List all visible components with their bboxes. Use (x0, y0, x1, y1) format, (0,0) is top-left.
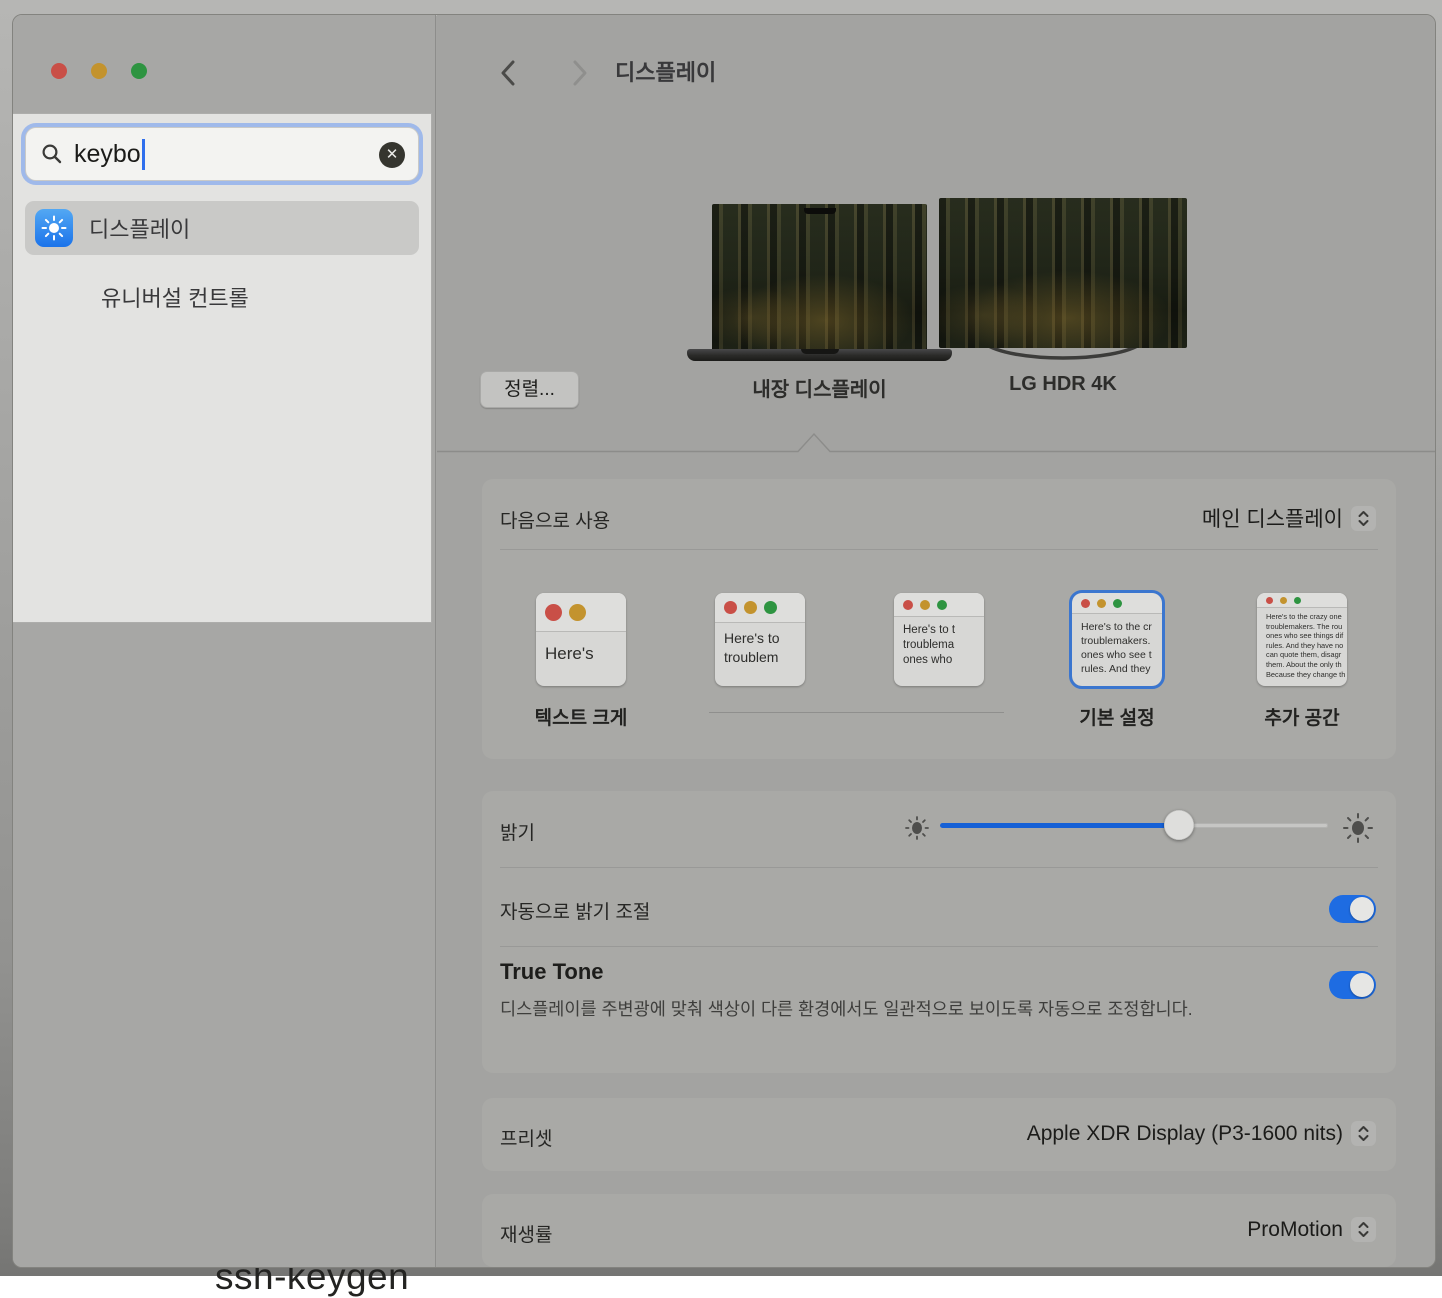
popup-chevron-icon (1351, 1121, 1376, 1146)
scaling-option-default[interactable]: Here's to the crtroublemakers.ones who s… (1072, 593, 1162, 686)
builtin-display-label: 내장 디스플레이 (702, 373, 937, 402)
mini-preview-text: Here's to the crazy onetroublemakers. Th… (1257, 608, 1347, 679)
use-as-value: 메인 디스플레이 (1202, 503, 1343, 533)
main-panel: 디스플레이 내장 디스플레이 LG HDR 4K 정렬... 다음으로 사용 (437, 15, 1435, 1267)
back-button[interactable] (492, 56, 526, 90)
search-result-label: 디스플레이 (89, 212, 190, 244)
brightness-slider[interactable] (940, 823, 1328, 828)
scaling-option-2[interactable]: Here's totroublem (715, 593, 805, 686)
page-title: 디스플레이 (615, 55, 716, 87)
auto-brightness-label: 자동으로 밝기 조절 (500, 897, 650, 924)
yellow-dot-icon (920, 600, 930, 610)
external-display-label: LG HDR 4K (939, 373, 1187, 396)
chevron-left-icon (492, 56, 526, 90)
divider (500, 867, 1378, 868)
chevron-right-icon (562, 56, 596, 90)
use-as-dropdown[interactable]: 메인 디스플레이 (1202, 503, 1376, 533)
mini-preview-text: Here's to the crtroublemakers.ones who s… (1072, 614, 1162, 676)
true-tone-description: 디스플레이를 주변광에 맞춰 색상이 다른 환경에서도 일관적으로 보이도록 자… (500, 995, 1240, 1024)
scaling-option-3[interactable]: Here's to ttroublemaones who (894, 593, 984, 686)
refresh-rate-dropdown[interactable]: ProMotion (1247, 1217, 1376, 1242)
display-wallpaper (939, 198, 1187, 348)
mini-preview-text: Here's totroublem (715, 623, 805, 667)
brightness-low-icon (904, 815, 930, 841)
brightness-high-icon (1342, 812, 1374, 844)
green-dot-icon (1113, 599, 1122, 608)
divider (500, 946, 1378, 947)
yellow-dot-icon (1280, 597, 1287, 604)
mini-preview-text: Here's to ttroublemaones who (894, 617, 984, 668)
green-dot-icon (1294, 597, 1301, 604)
preset-dropdown[interactable]: Apple XDR Display (P3-1600 nits) (1027, 1121, 1376, 1146)
display-brightness-icon (35, 209, 73, 247)
mini-titlebar (1072, 593, 1162, 614)
divider (500, 549, 1378, 550)
preset-value: Apple XDR Display (P3-1600 nits) (1027, 1122, 1343, 1146)
sidebar: keybo ✕ (13, 15, 436, 1267)
green-dot-icon (937, 600, 947, 610)
external-display-thumbnail[interactable] (939, 198, 1187, 348)
builtin-display-thumbnail[interactable] (712, 204, 927, 349)
laptop-notch (804, 208, 836, 214)
popup-chevron-icon (1351, 1217, 1376, 1242)
search-results-panel: keybo ✕ (13, 113, 432, 623)
search-result-label: 유니버설 컨트롤 (101, 281, 249, 313)
mini-preview-text: Here's (536, 632, 626, 666)
preset-label: 프리셋 (500, 1124, 552, 1151)
x-circle-icon: ✕ (386, 146, 399, 163)
true-tone-toggle[interactable] (1329, 971, 1376, 999)
scaling-option-larger-text[interactable]: Here's (536, 593, 626, 686)
close-button[interactable] (51, 63, 67, 79)
scaling-track-line (709, 712, 1004, 713)
refresh-rate-value: ProMotion (1247, 1218, 1343, 1242)
mini-titlebar (1257, 593, 1347, 608)
preset-card: 프리셋 Apple XDR Display (P3-1600 nits) (482, 1098, 1396, 1171)
yellow-dot-icon (1097, 599, 1106, 608)
search-input-value: keybo (74, 140, 141, 169)
toggle-knob (1350, 973, 1374, 997)
mini-titlebar (536, 593, 626, 632)
yellow-dot-icon (744, 601, 757, 614)
auto-brightness-toggle[interactable] (1329, 895, 1376, 923)
refresh-rate-card: 재생률 ProMotion (482, 1194, 1396, 1267)
red-dot-icon (903, 600, 913, 610)
search-input[interactable]: keybo ✕ (25, 127, 419, 181)
display-settings-card: 다음으로 사용 메인 디스플레이 Here's (482, 479, 1396, 759)
zoom-button[interactable] (131, 63, 147, 79)
red-dot-icon (724, 601, 737, 614)
popup-chevron-icon (1351, 506, 1376, 531)
scaling-option-more-space[interactable]: Here's to the crazy onetroublemakers. Th… (1257, 593, 1347, 686)
traffic-lights (51, 63, 147, 79)
scaling-label: 텍스트 크게 (506, 703, 656, 730)
clear-search-button[interactable]: ✕ (379, 142, 405, 168)
slider-knob[interactable] (1164, 810, 1194, 840)
laptop-base (687, 349, 952, 361)
true-tone-label: True Tone (500, 959, 604, 985)
search-result-display[interactable]: 디스플레이 (25, 201, 419, 255)
arrange-button[interactable]: 정렬... (480, 371, 579, 408)
use-as-label: 다음으로 사용 (500, 506, 610, 533)
red-dot-icon (1081, 599, 1090, 608)
mini-titlebar (894, 593, 984, 617)
scaling-label: 추가 공간 (1227, 703, 1377, 730)
slider-fill (940, 823, 1179, 828)
forward-button[interactable] (562, 56, 596, 90)
magnifier-icon (41, 143, 63, 165)
search-result-universal-control[interactable]: 유니버설 컨트롤 (25, 270, 419, 324)
selected-display-caret (437, 432, 1436, 453)
brightness-label: 밝기 (500, 818, 535, 845)
red-dot-icon (1266, 597, 1273, 604)
yellow-dot-icon (569, 604, 586, 621)
refresh-rate-label: 재생률 (500, 1220, 552, 1247)
toggle-knob (1350, 897, 1374, 921)
brightness-card: 밝기 (482, 791, 1396, 1073)
scaling-label: 기본 설정 (1042, 703, 1192, 730)
display-wallpaper (712, 204, 927, 349)
text-cursor (142, 139, 145, 170)
system-settings-window: keybo ✕ (12, 14, 1436, 1268)
red-dot-icon (545, 604, 562, 621)
mini-titlebar (715, 593, 805, 623)
green-dot-icon (764, 601, 777, 614)
minimize-button[interactable] (91, 63, 107, 79)
